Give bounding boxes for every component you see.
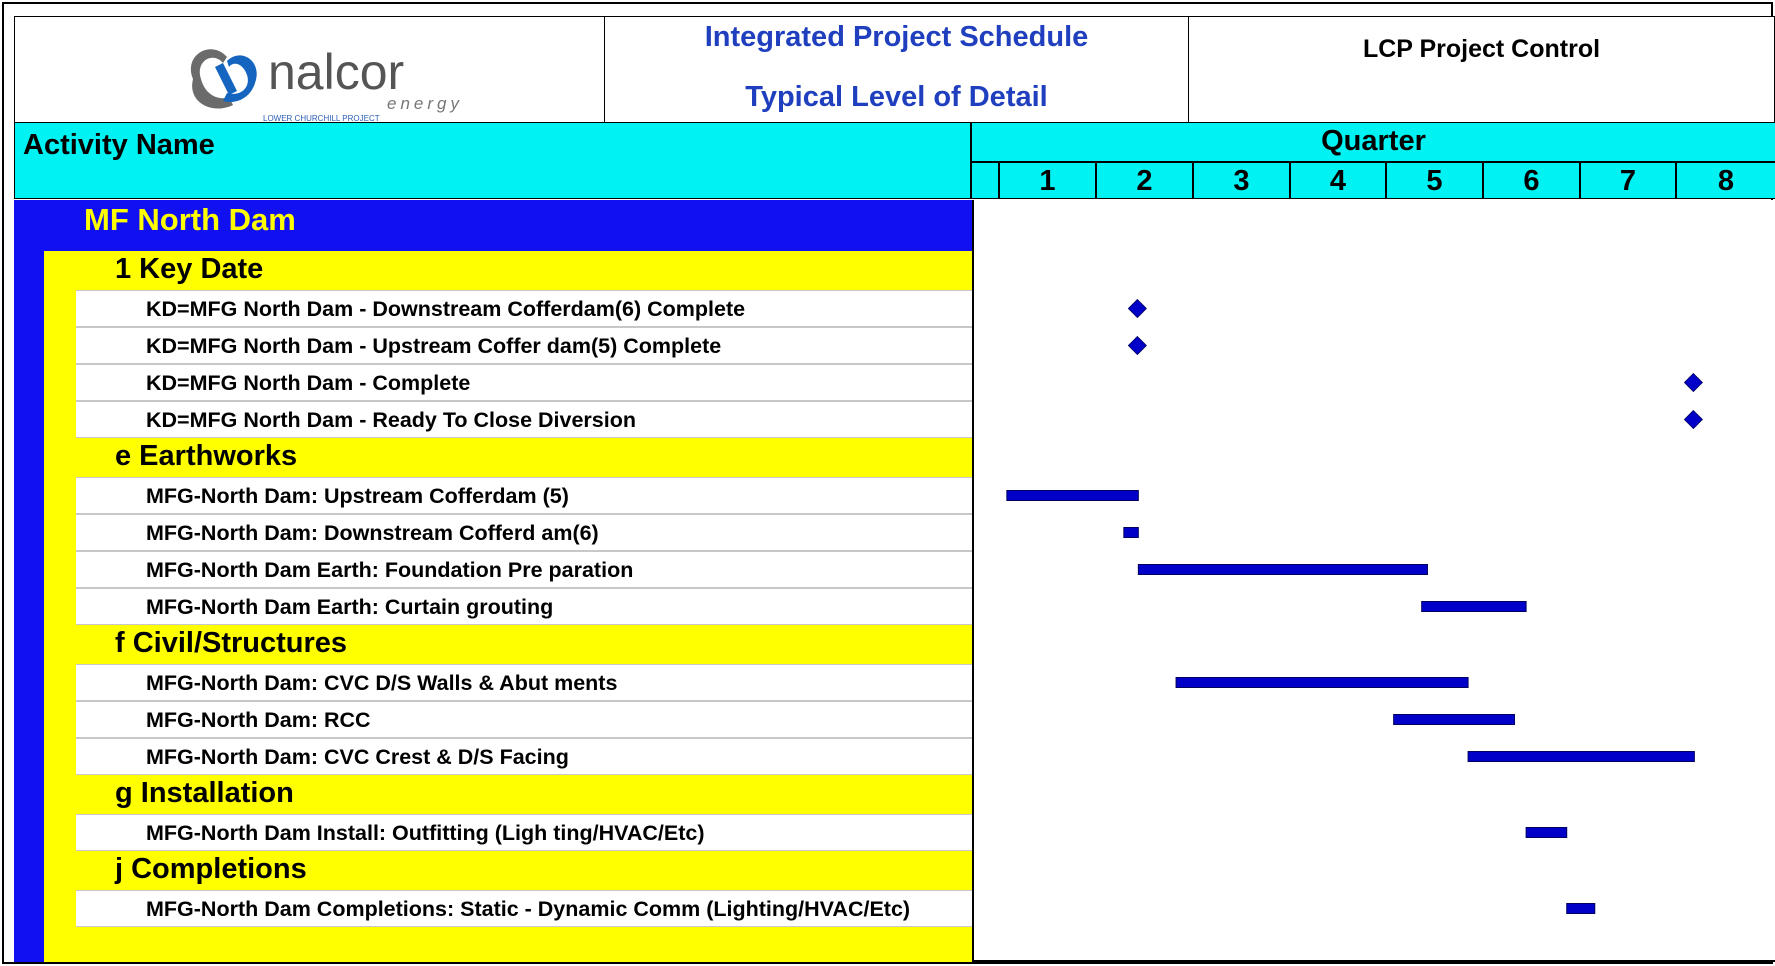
quarter-tick-4: 4 bbox=[1289, 163, 1385, 199]
activity-label: MFG-North Dam: CVC D/S Walls & Abut ment… bbox=[146, 671, 618, 695]
activity-row: KD=MFG North Dam - Upstream Coffer dam(5… bbox=[76, 327, 972, 364]
gantt-svg bbox=[1006, 298, 1703, 914]
activity-label: MFG-North Dam Completions: Static - Dyna… bbox=[146, 897, 911, 921]
milestone-diamond bbox=[1683, 372, 1703, 393]
group-label: j Completions bbox=[115, 853, 307, 885]
activity-row: MFG-North Dam: Downstream Cofferd am(6) bbox=[76, 514, 972, 551]
quarter-tick-8: 8 bbox=[1675, 163, 1775, 199]
project-label: MF North Dam bbox=[84, 202, 296, 237]
activity-row: KD=MFG North Dam - Ready To Close Divers… bbox=[76, 401, 972, 438]
activity-bar bbox=[1123, 527, 1139, 538]
group-label: 1 Key Date bbox=[115, 253, 264, 285]
group-label: e Earthworks bbox=[115, 440, 298, 472]
activity-label: MFG-North Dam Earth: Curtain grouting bbox=[146, 595, 554, 619]
logo-cell: nalcor energy LOWER CHURCHILL PROJECT bbox=[14, 16, 605, 123]
activity-bar bbox=[1421, 601, 1527, 612]
activity-bar bbox=[1006, 490, 1139, 501]
activity-row: MFG-North Dam: CVC D/S Walls & Abut ment… bbox=[76, 664, 972, 701]
activity-label: KD=MFG North Dam - Complete bbox=[146, 371, 471, 395]
activity-bar bbox=[1467, 751, 1695, 762]
activity-row: KD=MFG North Dam - Complete bbox=[76, 364, 972, 401]
activity-row: MFG-North Dam Install: Outfitting (Ligh … bbox=[76, 814, 972, 851]
activity-label: MFG-North Dam: CVC Crest & D/S Facing bbox=[146, 745, 569, 769]
quarter-tick-7: 7 bbox=[1579, 163, 1675, 199]
activity-row: MFG-North Dam Completions: Static - Dyna… bbox=[76, 890, 972, 927]
activity-name-header-label: Activity Name bbox=[23, 129, 215, 161]
activity-bar bbox=[1137, 564, 1428, 575]
activity-label: MFG-North Dam Earth: Foundation Pre para… bbox=[146, 558, 634, 582]
activity-row: MFG-North Dam: RCC bbox=[76, 701, 972, 738]
activity-bar bbox=[1566, 903, 1596, 914]
quarter-tick-2: 2 bbox=[1095, 163, 1192, 199]
quarter-tick-5: 5 bbox=[1385, 163, 1482, 199]
activity-label: MFG-North Dam Install: Outfitting (Ligh … bbox=[146, 821, 705, 845]
milestone-diamond bbox=[1683, 409, 1703, 430]
schedule-subtitle: Typical Level of Detail bbox=[745, 81, 1048, 113]
nalcor-logo: nalcor energy LOWER CHURCHILL PROJECT bbox=[190, 44, 463, 123]
quarter-column-header: Quarter 1 2 3 4 5 6 7 8 bbox=[970, 123, 1775, 199]
logo-tagline: LOWER CHURCHILL PROJECT bbox=[263, 114, 380, 123]
activity-column-header: Activity Name bbox=[14, 123, 972, 199]
control-cell: LCP Project Control bbox=[1188, 16, 1775, 123]
quarter-tick-1: 1 bbox=[998, 163, 1095, 199]
milestone-diamond bbox=[1127, 298, 1147, 319]
activity-label: KD=MFG North Dam - Ready To Close Divers… bbox=[146, 408, 636, 432]
activity-bar bbox=[1393, 714, 1516, 725]
quarter-tick-6: 6 bbox=[1482, 163, 1579, 199]
group-label: g Installation bbox=[115, 777, 294, 809]
nalcor-logo-mark bbox=[190, 49, 257, 109]
logo-wordmark: nalcor bbox=[268, 44, 404, 100]
title-cell: Integrated Project Schedule Typical Leve… bbox=[604, 16, 1189, 123]
quarter-header-label: Quarter bbox=[972, 123, 1775, 163]
activity-label: MFG-North Dam: Downstream Cofferd am(6) bbox=[146, 521, 599, 545]
activity-bar bbox=[1525, 827, 1568, 838]
activity-bar bbox=[1175, 677, 1469, 688]
activity-label: KD=MFG North Dam - Upstream Coffer dam(5… bbox=[146, 334, 722, 358]
activity-row: MFG-North Dam: CVC Crest & D/S Facing bbox=[76, 738, 972, 775]
activity-row: MFG-North Dam Earth: Foundation Pre para… bbox=[76, 551, 972, 588]
logo-subword: energy bbox=[387, 94, 463, 113]
activity-row: MFG-North Dam Earth: Curtain grouting bbox=[76, 588, 972, 625]
group-label: f Civil/Structures bbox=[115, 627, 348, 659]
activity-row: KD=MFG North Dam - Downstream Cofferdam(… bbox=[76, 290, 972, 327]
schedule-title: Integrated Project Schedule bbox=[704, 21, 1089, 53]
activity-label: MFG-North Dam: RCC bbox=[146, 708, 371, 732]
activity-label: MFG-North Dam: Upstream Cofferdam (5) bbox=[146, 484, 569, 508]
gantt-chart bbox=[972, 200, 1775, 962]
quarter-tick-3: 3 bbox=[1192, 163, 1289, 199]
project-control-title: LCP Project Control bbox=[1362, 35, 1601, 63]
milestone-diamond bbox=[1127, 335, 1147, 356]
activity-label: KD=MFG North Dam - Downstream Cofferdam(… bbox=[146, 297, 746, 321]
activity-row: MFG-North Dam: Upstream Cofferdam (5) bbox=[76, 477, 972, 514]
